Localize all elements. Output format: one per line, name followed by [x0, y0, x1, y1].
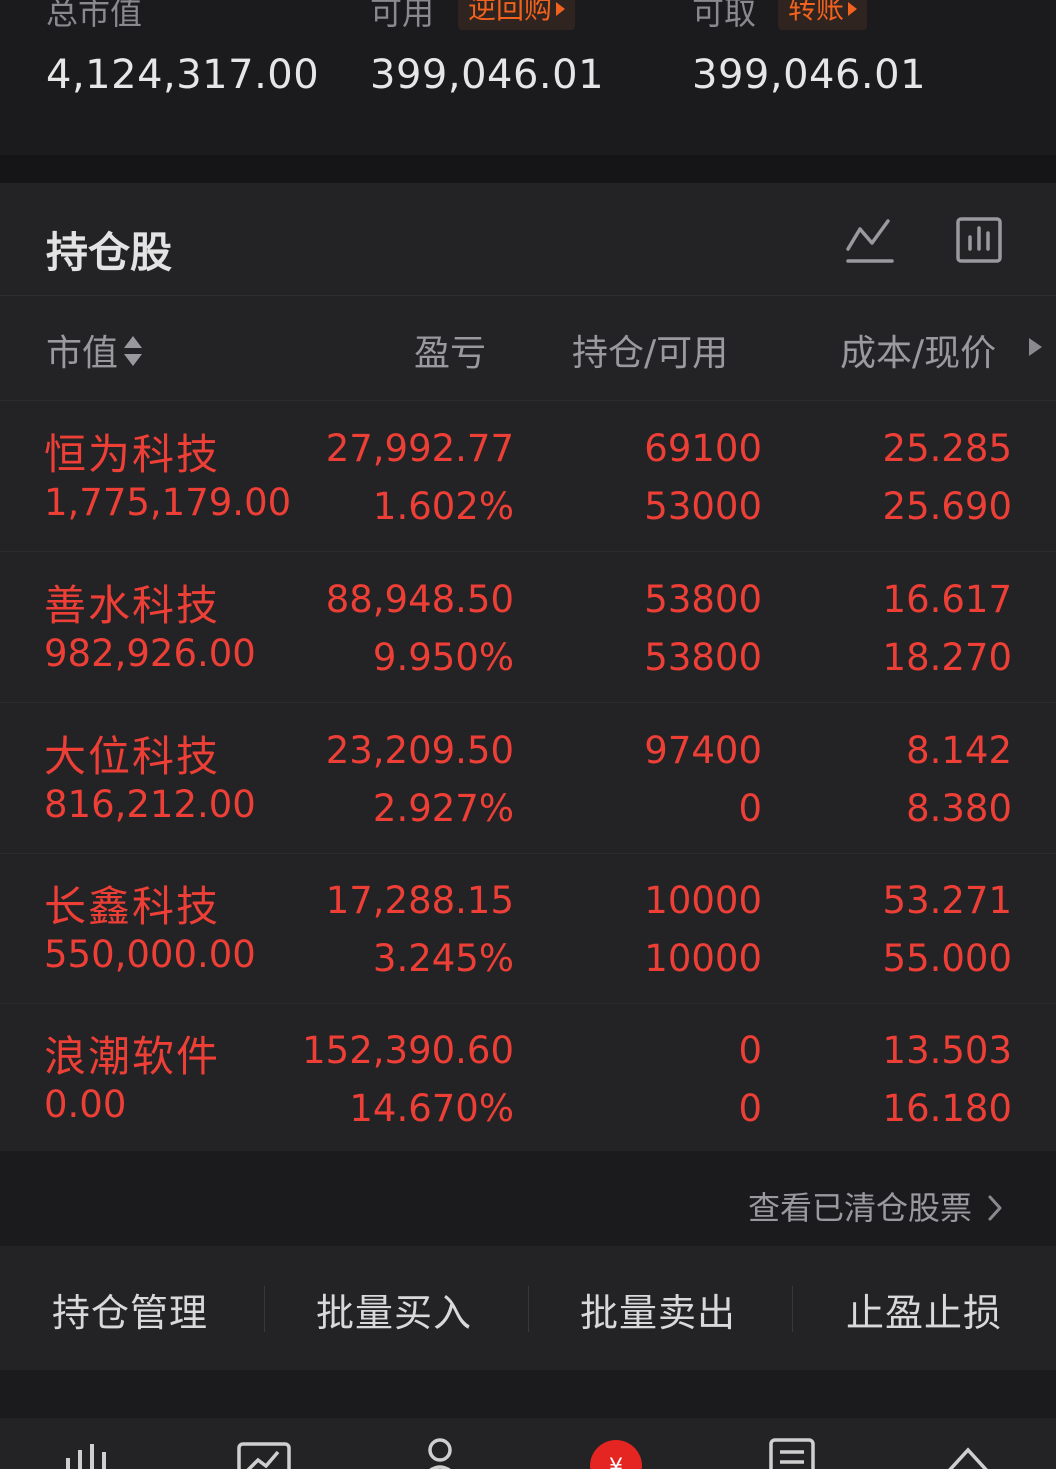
column-cost[interactable]: 成本/现价	[840, 324, 996, 376]
stock-pnl-percent: 14.670%	[349, 1087, 514, 1130]
line-chart-icon[interactable]	[842, 213, 898, 269]
divider	[264, 1286, 265, 1332]
bottom-navigation: ¥	[0, 1418, 1056, 1469]
stock-name: 大位科技	[44, 732, 221, 781]
stock-cost: 8.142	[906, 729, 1012, 772]
more-icon[interactable]	[940, 1436, 996, 1469]
stock-pnl: 152,390.60	[302, 1029, 514, 1072]
batch-buy-button[interactable]: 批量买入	[316, 1282, 472, 1337]
play-arrow-icon	[848, 2, 858, 16]
stock-market-value: 550,000.00	[44, 933, 256, 976]
column-position[interactable]: 持仓/可用	[572, 324, 728, 376]
profile-icon[interactable]	[420, 1436, 460, 1469]
stock-cost: 53.271	[882, 879, 1012, 922]
stock-pnl: 27,992.77	[325, 427, 514, 470]
stock-pnl: 17,288.15	[325, 879, 514, 922]
total-market-value-label: 总市值	[46, 0, 143, 32]
withdrawable-label: 可取	[692, 0, 757, 32]
reverse-repo-label: 逆回购	[468, 0, 553, 25]
stock-cost: 25.285	[882, 427, 1012, 470]
trade-icon[interactable]: ¥	[588, 1438, 644, 1469]
svg-text:¥: ¥	[609, 1455, 623, 1469]
total-market-value-amount: 4,124,317.00	[46, 52, 320, 98]
stock-price: 55.000	[882, 937, 1012, 980]
stock-market-value: 0.00	[44, 1083, 127, 1126]
stock-market-value: 816,212.00	[44, 783, 256, 826]
holdings-panel: 持仓股 市值 盈亏 持仓/可用 成本/现价 恒为科技 1,775,179.00 …	[0, 183, 1056, 1246]
stock-name: 长鑫科技	[44, 882, 221, 931]
market-icon[interactable]	[62, 1436, 118, 1469]
reverse-repo-button[interactable]: 逆回购	[458, 0, 576, 30]
column-market-value[interactable]: 市值	[46, 324, 144, 377]
bar-chart-icon[interactable]	[952, 213, 1008, 269]
take-profit-stop-loss-button[interactable]: 止盈止损	[846, 1282, 1002, 1337]
stock-price: 8.380	[906, 787, 1012, 830]
stock-available: 53000	[644, 485, 762, 528]
stock-available: 0	[738, 1087, 762, 1130]
stock-holding: 97400	[644, 729, 762, 772]
stock-market-value: 982,926.00	[44, 632, 256, 675]
stock-pnl: 23,209.50	[325, 729, 514, 772]
stock-price: 18.270	[882, 636, 1012, 679]
holding-row[interactable]: 长鑫科技 550,000.00 17,288.15 3.245% 10000 1…	[0, 853, 1056, 1004]
transfer-label: 转账	[788, 0, 845, 25]
stock-price: 25.690	[882, 485, 1012, 528]
stock-pnl-percent: 9.950%	[372, 636, 514, 679]
column-market-value-label: 市值	[46, 333, 119, 374]
stock-pnl-percent: 2.927%	[372, 787, 514, 830]
holding-row[interactable]: 恒为科技 1,775,179.00 27,992.77 1.602% 69100…	[0, 401, 1056, 552]
column-pnl[interactable]: 盈亏	[414, 324, 486, 376]
view-cleared-stocks-link[interactable]: 查看已清仓股票	[748, 1183, 1004, 1229]
holding-row[interactable]: 浪潮软件 0.00 152,390.60 14.670% 0 0 13.503 …	[0, 1003, 1056, 1153]
holdings-title: 持仓股	[46, 228, 173, 277]
account-summary: 总市值 4,124,317.00 可用 逆回购 399,046.01 可取 转账…	[0, 0, 1056, 155]
stock-holding: 10000	[644, 879, 762, 922]
stock-cost: 16.617	[882, 578, 1012, 621]
stock-name: 浪潮软件	[44, 1032, 221, 1081]
divider	[528, 1286, 529, 1332]
stock-pnl-percent: 3.245%	[372, 937, 514, 980]
batch-sell-button[interactable]: 批量卖出	[580, 1282, 736, 1337]
holding-row[interactable]: 大位科技 816,212.00 23,209.50 2.927% 97400 0…	[0, 703, 1056, 854]
stock-market-value: 1,775,179.00	[44, 481, 292, 524]
news-icon[interactable]	[768, 1436, 816, 1469]
stock-price: 16.180	[882, 1087, 1012, 1130]
stock-pnl: 88,948.50	[325, 578, 514, 621]
stock-cost: 13.503	[882, 1029, 1012, 1072]
holdings-action-bar: 持仓管理 批量买入 批量卖出 止盈止损	[0, 1246, 1056, 1370]
stock-available: 10000	[644, 937, 762, 980]
withdrawable-amount: 399,046.01	[692, 52, 927, 98]
stock-name: 恒为科技	[44, 430, 221, 479]
divider	[792, 1286, 793, 1332]
stock-available: 0	[738, 787, 762, 830]
section-divider	[0, 155, 1056, 183]
available-label: 可用	[370, 0, 435, 32]
stock-available: 53800	[644, 636, 762, 679]
scroll-right-icon[interactable]	[1026, 336, 1044, 358]
holding-row[interactable]: 善水科技 982,926.00 88,948.50 9.950% 53800 5…	[0, 552, 1056, 703]
view-cleared-stocks-label: 查看已清仓股票	[747, 1189, 972, 1227]
sort-icon	[122, 334, 144, 377]
stock-holding: 53800	[644, 578, 762, 621]
stock-name: 善水科技	[44, 581, 221, 630]
chart-icon[interactable]	[236, 1436, 292, 1469]
position-management-button[interactable]: 持仓管理	[52, 1282, 208, 1337]
stock-pnl-percent: 1.602%	[372, 485, 514, 528]
chevron-right-icon	[988, 1195, 1002, 1221]
available-amount: 399,046.01	[370, 52, 605, 98]
stock-holding: 0	[738, 1029, 762, 1072]
transfer-button[interactable]: 转账	[778, 0, 868, 30]
cleared-stocks-bar: 查看已清仓股票	[0, 1151, 1056, 1246]
holdings-header: 持仓股	[0, 183, 1056, 296]
section-divider	[0, 1370, 1056, 1418]
play-arrow-icon	[556, 2, 566, 16]
holdings-column-header: 市值 盈亏 持仓/可用 成本/现价	[0, 296, 1056, 401]
stock-holding: 69100	[644, 427, 762, 470]
